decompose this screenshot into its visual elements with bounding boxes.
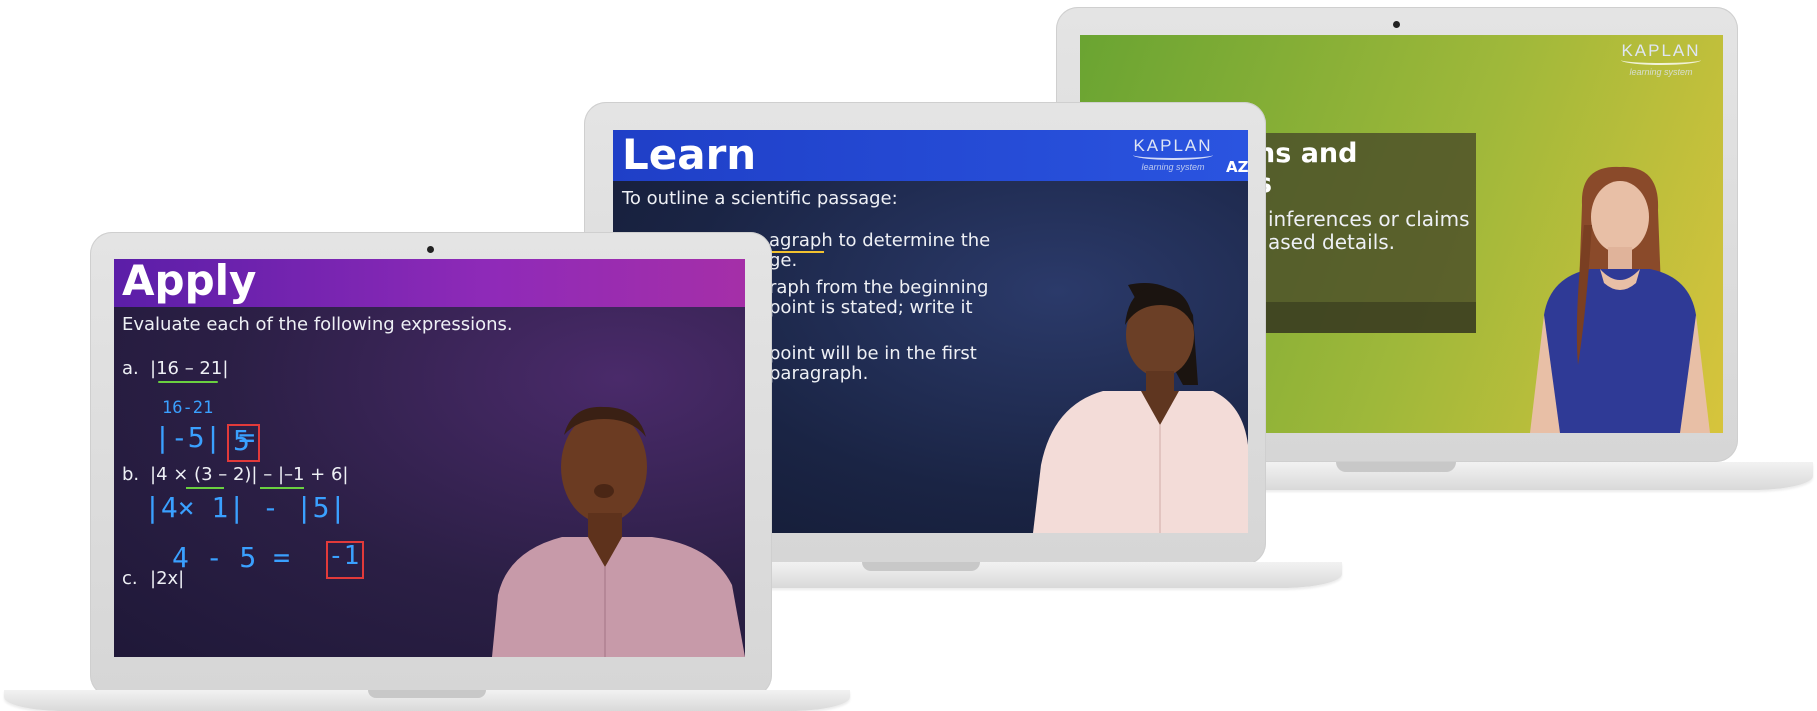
kaplan-logo: KAPLAN learning system xyxy=(1127,136,1219,172)
presenter-woman xyxy=(1530,166,1710,433)
overlay-line-2: ased details. xyxy=(1268,230,1396,254)
step-line-3: raph from the beginning xyxy=(769,277,989,298)
kaplan-logo-sub: learning system xyxy=(1629,67,1693,77)
handwriting-b-answer: -1 xyxy=(328,541,360,571)
intro-text: To outline a scientific passage: xyxy=(622,188,898,209)
handwriting-a-answer: 5 xyxy=(233,424,250,457)
kaplan-logo-sub: learning system xyxy=(1141,162,1205,172)
step-line-6: paragraph. xyxy=(769,363,869,384)
handwriting-b-1: |4× 1| - |5| xyxy=(144,491,347,524)
underline-b-2 xyxy=(260,487,304,489)
item-b-expression: |4 × (3 – 2)| – |–1 + 6| xyxy=(150,464,349,485)
item-b-label: b. xyxy=(122,464,140,485)
kaplan-logo-text: KAPLAN xyxy=(1621,41,1701,60)
presenter-man xyxy=(492,406,745,657)
slide-title: Learn xyxy=(622,130,757,179)
item-c-label: c. xyxy=(122,568,138,589)
underline-a xyxy=(158,381,218,383)
camera-icon xyxy=(427,246,434,253)
slide-title: Apply xyxy=(122,259,257,305)
partner-logo: AZ xyxy=(1226,158,1248,176)
step-line-5: point will be in the first xyxy=(769,343,977,364)
laptop-right-notch xyxy=(1336,462,1456,472)
laptop-middle-notch xyxy=(862,562,980,571)
step-line-2: ge. xyxy=(769,250,798,271)
item-c-expression: |2x| xyxy=(150,568,185,589)
camera-icon xyxy=(1393,21,1400,28)
item-a-expression: |16 – 21| xyxy=(150,358,229,379)
item-a-label: a. xyxy=(122,358,139,379)
video-screen-left: Apply Evaluate each of the following exp… xyxy=(114,259,745,657)
step-line-4: point is stated; write it xyxy=(769,297,973,318)
instruction-text: Evaluate each of the following expressio… xyxy=(122,314,513,335)
kaplan-logo: KAPLAN learning system xyxy=(1615,41,1707,77)
step-line-1: agraph to determine the xyxy=(769,230,991,251)
kaplan-logo-text: KAPLAN xyxy=(1133,136,1213,155)
laptop-left-notch xyxy=(368,690,486,698)
handwriting-b-2: 4 - 5 = xyxy=(172,541,291,574)
overlay-title-1: ns and xyxy=(1256,138,1358,169)
presenter-woman xyxy=(1033,283,1248,533)
handwriting-a-1: 16-21 xyxy=(162,398,214,418)
overlay-panel-footer xyxy=(1250,302,1476,333)
underline-b-1 xyxy=(186,487,224,489)
overlay-line-1: inferences or claims xyxy=(1268,207,1470,231)
